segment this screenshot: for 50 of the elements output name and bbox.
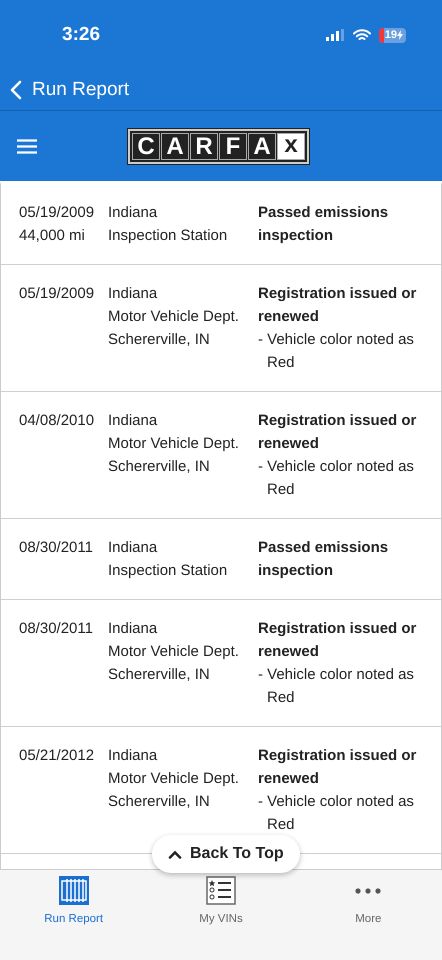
event-title: Registration issued or renewed [258, 284, 418, 327]
source-line: Motor Vehicle Dept. [108, 769, 240, 789]
event-comment: - Vehicle color noted as Red [258, 665, 415, 708]
source-line: Motor Vehicle Dept. [108, 307, 240, 327]
record-date: 04/08/2010 [19, 411, 96, 431]
source-line: Motor Vehicle Dept. [108, 642, 240, 662]
source-line: Indiana [108, 619, 158, 639]
more-dots-icon [355, 888, 382, 894]
event-comment: - Vehicle color noted as Red [258, 457, 415, 500]
back-button[interactable]: Run Report [10, 79, 130, 101]
source-line: Inspection Station [108, 226, 228, 246]
tab-bar-item[interactable]: Run Report [0, 870, 148, 960]
record-date: 05/19/2009 [19, 284, 96, 304]
logo: C A R F A x [128, 129, 309, 164]
record-date: 08/30/2011 [19, 538, 94, 558]
event-comment: - Vehicle color noted as Red [258, 792, 415, 835]
record-date: 05/21/2012 [19, 746, 96, 766]
barcode-grid-icon [58, 876, 89, 905]
charging-bolt-icon [397, 30, 403, 40]
battery-icon: 19 [378, 28, 406, 42]
event-title: Passed emissions inspection [258, 203, 390, 246]
chevron-left-icon [10, 80, 22, 100]
source-line: Schererville, IN [108, 792, 211, 812]
source-line: Schererville, IN [108, 457, 211, 477]
chevron-up-icon [168, 850, 182, 858]
event-title: Registration issued or renewed [258, 411, 418, 454]
tab-bar-item[interactable]: More [294, 870, 442, 960]
wifi-icon [352, 28, 371, 42]
source-line: Indiana [108, 411, 158, 431]
source-line: Schererville, IN [108, 330, 211, 350]
back-to-top-button[interactable]: Back To Top [152, 835, 300, 873]
starred-list-icon [206, 876, 236, 905]
odometer-reading: 44,000 mi [19, 226, 86, 246]
tab-bar-item[interactable]: My VINs [147, 870, 295, 960]
menu-icon[interactable] [17, 138, 37, 154]
event-title: Passed emissions inspection [258, 538, 390, 581]
source-line: Schererville, IN [108, 665, 211, 685]
source-line: Indiana [108, 284, 158, 304]
source-line: Indiana [108, 203, 158, 223]
source-line: Inspection Station [108, 561, 228, 581]
source-line: Indiana [108, 538, 158, 558]
event-title: Registration issued or renewed [258, 746, 418, 789]
event-comment: - Vehicle color noted as Red [258, 330, 415, 373]
record-date: 05/19/2009 [19, 203, 96, 223]
source-line: Indiana [108, 746, 158, 766]
event-title: Registration issued or renewed [258, 619, 418, 662]
status-time: 3:26 [62, 24, 100, 46]
signal-icon [326, 29, 345, 41]
record-date: 08/30/2011 [19, 619, 94, 639]
source-line: Motor Vehicle Dept. [108, 434, 240, 454]
